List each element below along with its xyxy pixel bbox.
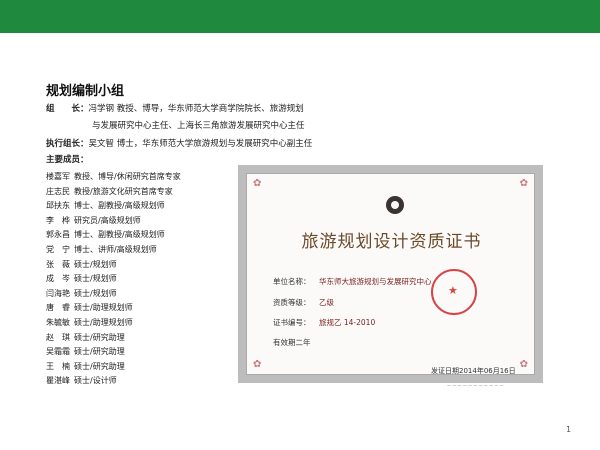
certificate-frame: ✿ ✿ ✿ ✿ 旅游规划设计资质证书 单位名称： 华东师大旅游规划与发展研究中心 … [238,165,543,388]
member-row: 党 宁博士、讲师/高级规划师 [46,244,157,255]
member-name: 闫海艳 [46,288,70,298]
member-name: 邱扶东 [46,201,70,211]
member-row: 瞿湛峰 硕士/设计师 [46,375,117,386]
member-desc: 教授、博导/休闲研究首席专家 [74,172,181,181]
grade-label: 资质等级： [273,298,311,307]
member-row: 郭永昌 博士、副教授/高级规划师 [46,229,165,240]
member-row: 邱扶东 博士、副教授/高级规划师 [46,200,165,211]
member-name: 唐 睿 [46,303,70,313]
member-desc: 博士、副教授/高级规划师 [74,201,165,211]
member-row: 王 楠硕士/研究助理 [46,361,125,372]
member-desc: 硕士/研究助理 [74,332,125,342]
member-row: 吴霜霜 硕士/研究助理 [46,346,125,357]
exec-leader-line: 执行组长：吴文智 博士，华东师范大学旅游规划与发展研究中心副主任 [46,139,312,150]
member-desc: 硕士/规划师 [74,259,117,269]
member-desc: 硕士/设计师 [74,376,117,386]
emblem-icon [386,196,404,214]
leader-line-1: 组 长：冯学钢 教授、博导，华东师范大学商学院院长、旅游规划 [46,104,304,115]
ornament-icon: ✿ [519,359,528,370]
issue-date: 发证日期2014年06月16日 [431,367,516,375]
member-name: 郭永昌 [46,230,70,240]
member-name: 吴霜霜 [46,347,70,357]
seal-stamp-icon: ★ [431,269,477,315]
member-desc: 博士、副教授/高级规划师 [74,230,165,240]
certificate: ✿ ✿ ✿ ✿ 旅游规划设计资质证书 单位名称： 华东师大旅游规划与发展研究中心 … [246,173,535,388]
member-row: 张 薇硕士/规划师 [46,259,117,270]
leader-text-1: 冯学钢 教授、博导，华东师范大学商学院院长、旅游规划 [88,104,304,114]
member-name: 王 楠 [46,361,70,371]
member-row: 庄志民 教授/旅游文化研究首席专家 [46,186,173,197]
member-row: 闫海艳 硕士/规划师 [46,288,117,299]
ornament-icon: ✿ [253,178,262,189]
leader-line-2: 与发展研究中心主任、上海长三角旅游发展研究中心主任 [92,121,305,131]
member-name: 李 桦 [46,215,70,225]
member-row: 成 岑硕士/规划师 [46,273,117,284]
member-desc: 硕士/研究助理 [74,361,125,371]
member-name: 朱毓敏 [46,318,70,327]
footnote-mark: — — — — — — — — — — — [447,383,504,388]
member-desc: 硕士/助理规划师 [74,303,133,313]
page-number: 1 [566,425,572,434]
member-name: 成 岑 [46,274,70,284]
member-desc: 教授/旅游文化研究首席专家 [74,186,173,196]
member-name: 张 薇 [46,259,70,269]
member-name: 楼嘉军 [46,172,70,181]
exec-leader-label: 执行组长： [46,139,89,149]
member-desc: 硕士/规划师 [74,288,117,298]
unit-field: 单位名称： 华东师大旅游规划与发展研究中心 [273,276,432,287]
member-row: 赵 琪硕士/研究助理 [46,332,125,343]
member-desc: 硕士/助理规划师 [74,318,133,327]
member-name: 庄志民 [46,186,70,196]
exec-leader-text: 吴文智 博士，华东师范大学旅游规划与发展研究中心副主任 [88,139,313,149]
member-desc: 硕士/研究助理 [74,347,125,357]
member-desc: 硕士/规划师 [74,274,117,284]
certificate-title: 旅游规划设计资质证书 [301,232,482,252]
leader-label: 组 长： [46,104,89,114]
grade-value: 乙级 [319,298,334,307]
grade-field: 资质等级： 乙级 [273,297,334,308]
star-icon: ★ [448,284,458,297]
number-field: 证书编号： 旅规乙 14-2010 [273,317,375,328]
member-row: 李 桦研究员/高级规划师 [46,215,141,226]
member-name: 赵 琪 [46,332,70,342]
member-desc: 研究员/高级规划师 [74,215,141,225]
member-row: 唐 睿硕士/助理规划师 [46,302,133,313]
member-desc: 博士、讲师/高级规划师 [74,245,157,254]
header-bar [0,0,600,33]
number-value: 旅规乙 14-2010 [319,318,376,327]
validity-text: 有效期二年 [273,338,311,347]
member-row: 楼嘉军 教授、博导/休闲研究首席专家 [46,171,181,182]
unit-value: 华东师大旅游规划与发展研究中心 [319,277,432,286]
ornament-icon: ✿ [519,178,528,189]
section-title: 规划编制小组 [46,84,125,99]
unit-label: 单位名称： [273,277,311,286]
ornament-icon: ✿ [253,359,262,370]
number-label: 证书编号： [273,318,311,327]
members-label: 主要成员： [46,155,89,165]
member-name: 党 宁 [46,245,70,254]
member-row: 朱毓敏 硕士/助理规划师 [46,317,133,328]
member-name: 瞿湛峰 [46,376,70,386]
